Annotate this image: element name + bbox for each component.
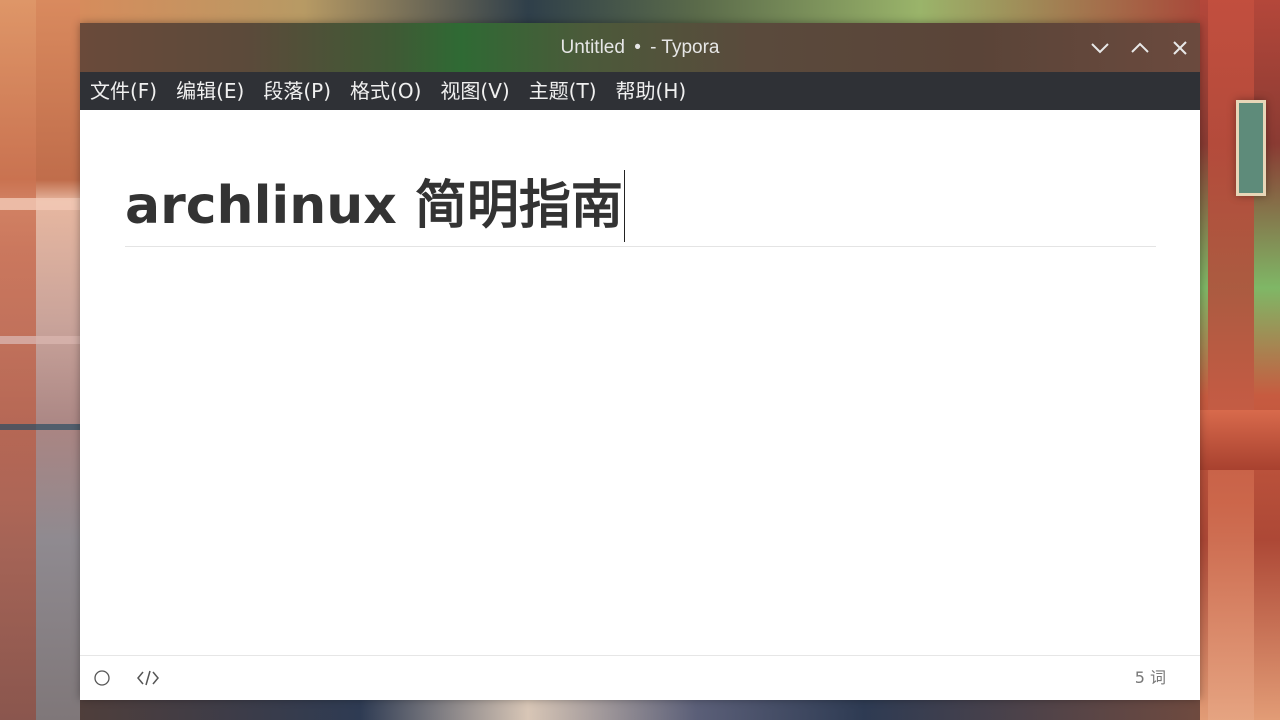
wallpaper-beam (1200, 410, 1280, 470)
editor-area[interactable]: archlinux 简明指南 (80, 110, 1200, 655)
heading-text: archlinux 简明指南 (125, 176, 623, 236)
menu-paragraph[interactable]: 段落(P) (253, 72, 340, 110)
window-title: Untitled • - Typora (80, 23, 1200, 72)
wallpaper-window (1236, 100, 1266, 196)
app-name: - Typora (650, 37, 720, 58)
wallpaper-beam (0, 336, 80, 344)
menu-bar: 文件(F) 编辑(E) 段落(P) 格式(O) 视图(V) 主题(T) 帮助(H… (80, 72, 1200, 110)
menu-edit[interactable]: 编辑(E) (166, 72, 253, 110)
menu-help[interactable]: 帮助(H) (606, 72, 696, 110)
wallpaper-post (0, 0, 36, 720)
typora-window: Untitled • - Typora 文件(F) 编辑(E) 段落(P) 格式… (80, 23, 1200, 700)
circle-icon (94, 670, 110, 686)
document-heading[interactable]: archlinux 简明指南 (125, 170, 1156, 247)
wallpaper-beam (0, 424, 80, 430)
close-icon (1173, 40, 1187, 55)
chevron-up-icon (1131, 42, 1149, 53)
text-caret (623, 170, 625, 242)
outline-toggle-button[interactable] (94, 670, 110, 686)
maximize-button[interactable] (1120, 23, 1160, 72)
status-bar: 5 词 (80, 655, 1200, 700)
source-code-mode-button[interactable] (136, 668, 160, 688)
word-count[interactable]: 5 词 (1135, 656, 1166, 700)
window-controls (1080, 23, 1200, 72)
unsaved-indicator: • (634, 37, 641, 58)
wallpaper-beam (0, 198, 80, 210)
menu-view[interactable]: 视图(V) (430, 72, 518, 110)
wallpaper-right (1200, 0, 1280, 720)
menu-theme[interactable]: 主题(T) (519, 72, 606, 110)
menu-format[interactable]: 格式(O) (340, 72, 430, 110)
wallpaper-top (80, 0, 1200, 23)
wallpaper-bottom (80, 699, 1200, 720)
chevron-down-icon (1091, 42, 1109, 53)
document-name: Untitled (560, 37, 625, 58)
code-brackets-icon (137, 670, 159, 686)
minimize-button[interactable] (1080, 23, 1120, 72)
wallpaper-left (0, 0, 80, 720)
title-bar[interactable]: Untitled • - Typora (80, 23, 1200, 72)
close-button[interactable] (1160, 23, 1200, 72)
menu-file[interactable]: 文件(F) (80, 72, 166, 110)
